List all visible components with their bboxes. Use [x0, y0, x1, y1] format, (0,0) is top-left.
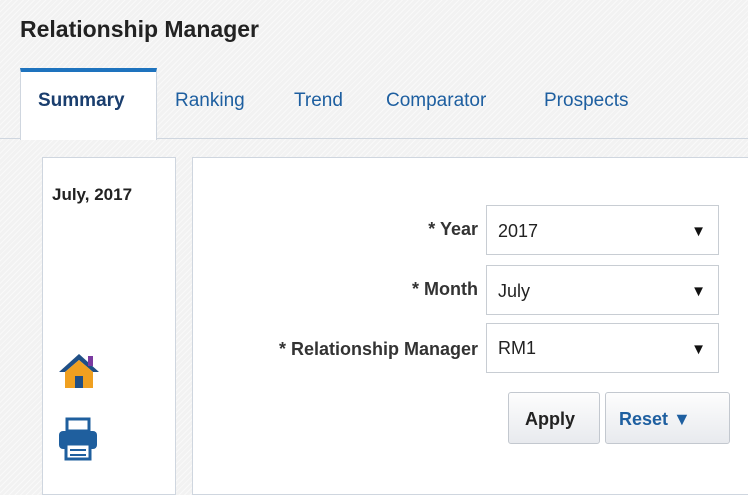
chevron-down-icon: ▼	[691, 283, 706, 300]
year-select-value: 2017	[498, 221, 539, 241]
apply-button-label: Apply	[525, 409, 576, 429]
home-icon[interactable]	[57, 352, 101, 390]
relationship-manager-select[interactable]: RM1 ▼	[486, 323, 719, 373]
reset-button[interactable]: Reset ▼	[605, 392, 730, 444]
apply-button[interactable]: Apply	[508, 392, 600, 444]
tab-ranking[interactable]: Ranking	[175, 90, 245, 112]
print-icon[interactable]	[57, 417, 99, 461]
period-label: July, 2017	[52, 185, 133, 204]
reset-button-label: Reset ▼	[619, 409, 691, 429]
month-label: * Month	[412, 279, 478, 299]
year-select[interactable]: 2017 ▼	[486, 205, 719, 255]
year-label: * Year	[428, 219, 478, 239]
month-select[interactable]: July ▼	[486, 265, 719, 315]
tab-comparator[interactable]: Comparator	[386, 90, 486, 112]
tab-prospects[interactable]: Prospects	[544, 90, 628, 112]
app-title: Relationship Manager	[20, 16, 259, 42]
relationship-manager-label: * Relationship Manager	[278, 339, 478, 359]
chevron-down-icon: ▼	[691, 223, 706, 240]
chevron-down-icon: ▼	[691, 341, 706, 358]
relationship-manager-select-value: RM1	[498, 338, 537, 358]
tab-summary[interactable]: Summary	[38, 90, 125, 112]
month-select-value: July	[498, 281, 531, 301]
tab-trend[interactable]: Trend	[294, 90, 343, 112]
